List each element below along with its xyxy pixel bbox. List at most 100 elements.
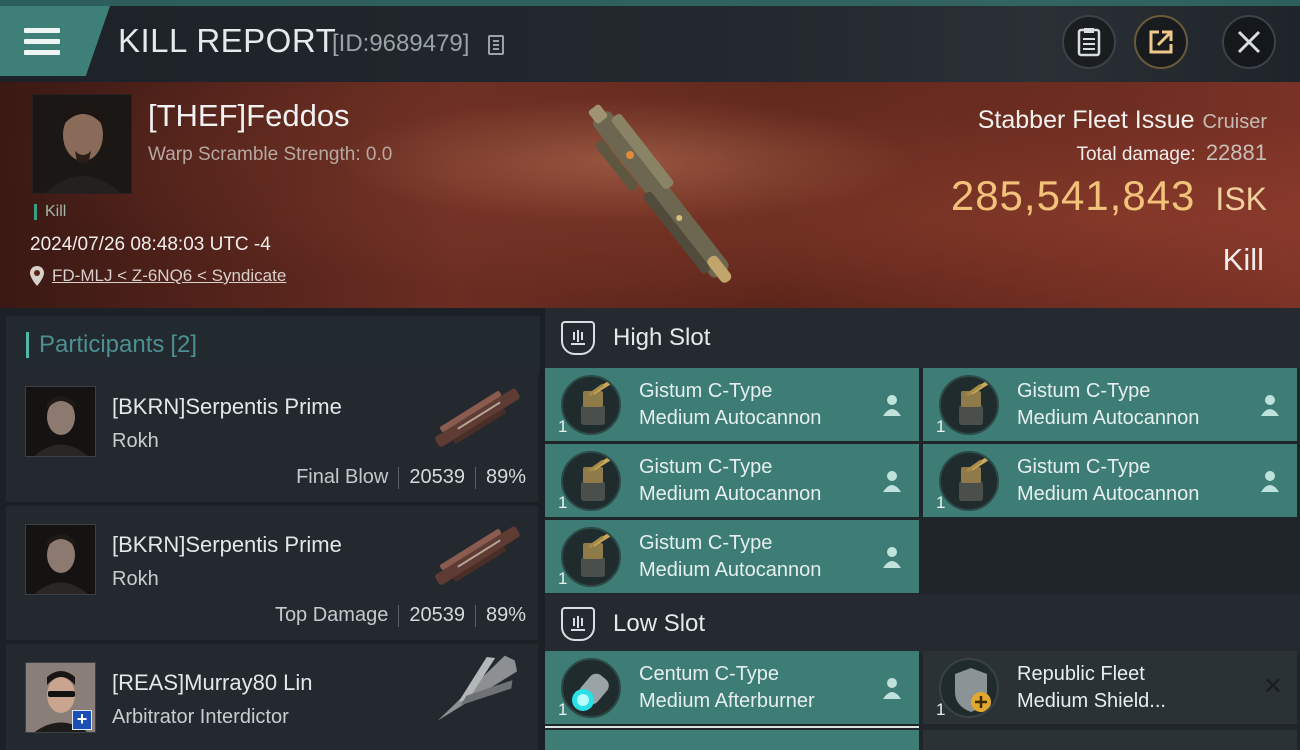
- participant-damage: 20539: [409, 466, 465, 488]
- copy-icon[interactable]: [488, 35, 504, 55]
- module-quantity: 1: [558, 493, 568, 512]
- divider: [474, 604, 476, 627]
- module-name: Gistum C-Type: [639, 380, 773, 402]
- ship-info: Stabber Fleet Issue Cruiser: [978, 106, 1267, 135]
- user-icon: [883, 547, 901, 568]
- total-damage-row: Total damage: 22881: [1076, 140, 1267, 166]
- module-item[interactable]: 1 Gistum C-Type Medium Autocannon: [545, 520, 919, 593]
- participant-percent: 89%: [485, 466, 526, 488]
- module-name: Gistum C-Type: [1017, 380, 1151, 402]
- page-title: KILL REPORT: [118, 22, 337, 59]
- participants-header: Participants [2]: [6, 316, 540, 374]
- avatar: [25, 524, 96, 595]
- low-slot-icon: [561, 607, 595, 641]
- autocannon-icon: [561, 375, 621, 435]
- participant-stats: Final Blow 20539 89%: [296, 466, 526, 489]
- isk-value: 285,541,843: [950, 172, 1196, 219]
- participant-ship-image: [437, 655, 518, 721]
- module-type: Medium Autocannon: [639, 559, 822, 581]
- participant-row[interactable]: [BKRN]Serpentis Prime Rokh Top Damage 20…: [6, 506, 538, 642]
- high-slot-icon: [561, 321, 595, 355]
- module-item[interactable]: [545, 730, 919, 750]
- module-type: Medium Autocannon: [1017, 407, 1200, 429]
- top-accent-line: [0, 0, 1300, 6]
- ship-name[interactable]: Stabber Fleet Issue: [978, 106, 1195, 135]
- result-label: Kill: [1222, 242, 1264, 277]
- user-icon: [1261, 471, 1279, 492]
- autocannon-icon: [939, 451, 999, 511]
- module-item[interactable]: 1 Centum C-Type Medium Afterburner: [545, 651, 919, 724]
- afterburner-icon: [561, 658, 621, 718]
- participant-percent: 89%: [485, 604, 526, 626]
- divider: [398, 466, 400, 489]
- pilot-face-image: [33, 95, 131, 193]
- module-item[interactable]: [923, 730, 1297, 750]
- participant-name[interactable]: [BKRN]Serpentis Prime: [112, 532, 342, 558]
- participant-damage: 20539: [409, 604, 465, 626]
- close-icon[interactable]: ✕: [1263, 675, 1283, 699]
- autocannon-icon: [939, 375, 999, 435]
- participant-ship-image: [435, 526, 520, 585]
- total-damage-value: 22881: [1205, 140, 1267, 165]
- module-name: Centum C-Type: [639, 663, 780, 685]
- victim-name[interactable]: [THEF]Feddos: [148, 98, 350, 134]
- module-item[interactable]: 1 Gistum C-Type Medium Autocannon: [923, 368, 1297, 441]
- victim-ship-image: [588, 104, 732, 283]
- pilot-face-image: [26, 525, 95, 594]
- shield-module-icon: [939, 658, 999, 718]
- total-damage-label: Total damage:: [1076, 144, 1196, 165]
- close-icon: [1237, 30, 1261, 54]
- participants-count: [2]: [170, 331, 198, 358]
- participant-ship: Rokh: [112, 430, 159, 452]
- module-name: Gistum C-Type: [639, 456, 773, 478]
- participant-row[interactable]: + [REAS]Murray80 Lin Arbitrator Interdic…: [6, 644, 538, 750]
- isk-unit: ISK: [1215, 181, 1267, 217]
- module-type: Medium Autocannon: [639, 483, 822, 505]
- module-type: Medium Afterburner: [639, 690, 815, 712]
- share-icon: [1149, 30, 1173, 54]
- clipboard-button[interactable]: [1062, 15, 1116, 69]
- share-button[interactable]: [1134, 15, 1188, 69]
- location-link[interactable]: FD-MLJ < Z-6NQ6 < Syndicate: [52, 266, 286, 286]
- user-icon: [883, 471, 901, 492]
- add-contact-badge[interactable]: +: [72, 710, 92, 730]
- module-item[interactable]: 1 Gistum C-Type Medium Autocannon: [545, 368, 919, 441]
- participant-ship: Arbitrator Interdictor: [112, 706, 289, 728]
- module-quantity: 1: [936, 493, 946, 512]
- module-quantity: 1: [558, 700, 568, 719]
- participant-tag: Final Blow: [296, 466, 389, 488]
- fitting-panel: High Slot 1 Gistum C-Type Medium Autocan…: [545, 308, 1300, 750]
- module-quantity: 1: [936, 700, 946, 719]
- module-item[interactable]: 1 Gistum C-Type Medium Autocannon: [923, 444, 1297, 517]
- high-slot-header: High Slot: [545, 308, 1300, 368]
- menu-button[interactable]: [0, 6, 110, 76]
- participant-stats: Top Damage 20539 89%: [275, 604, 526, 627]
- victim-banner: [THEF]Feddos Warp Scramble Strength: 0.0…: [0, 82, 1300, 308]
- victim-portrait[interactable]: [32, 94, 132, 194]
- location-pin-icon: [30, 266, 44, 286]
- ship-class: Cruiser: [1202, 111, 1267, 133]
- header-accent-bar: [26, 332, 29, 358]
- participant-name[interactable]: [BKRN]Serpentis Prime: [112, 394, 342, 420]
- module-type: Medium Autocannon: [1017, 483, 1200, 505]
- clipboard-icon: [1077, 28, 1101, 57]
- kill-id: [ID:9689479]: [332, 30, 470, 57]
- low-slot-header: Low Slot: [545, 594, 1300, 654]
- participant-name[interactable]: [REAS]Murray80 Lin: [112, 670, 313, 696]
- user-icon: [1261, 395, 1279, 416]
- avatar: [25, 386, 96, 457]
- warp-scramble-strength: Warp Scramble Strength: 0.0: [148, 144, 393, 165]
- close-button[interactable]: [1222, 15, 1276, 69]
- participant-ship: Rokh: [112, 568, 159, 590]
- user-icon: [883, 395, 901, 416]
- high-slot-title: High Slot: [613, 324, 711, 351]
- participant-tag: Top Damage: [274, 604, 389, 626]
- participant-row[interactable]: [BKRN]Serpentis Prime Rokh Final Blow 20…: [6, 368, 538, 504]
- location-row[interactable]: FD-MLJ < Z-6NQ6 < Syndicate: [30, 266, 286, 286]
- kill-datetime: 2024/07/26 08:48:03 UTC -4: [30, 234, 271, 255]
- module-name: Gistum C-Type: [1017, 456, 1151, 478]
- module-item[interactable]: 1 Gistum C-Type Medium Autocannon: [545, 444, 919, 517]
- isk-value-row: 285,541,843 ISK: [951, 172, 1267, 220]
- module-item[interactable]: 1 Republic Fleet Medium Shield... ✕: [923, 651, 1297, 724]
- divider: [545, 726, 919, 728]
